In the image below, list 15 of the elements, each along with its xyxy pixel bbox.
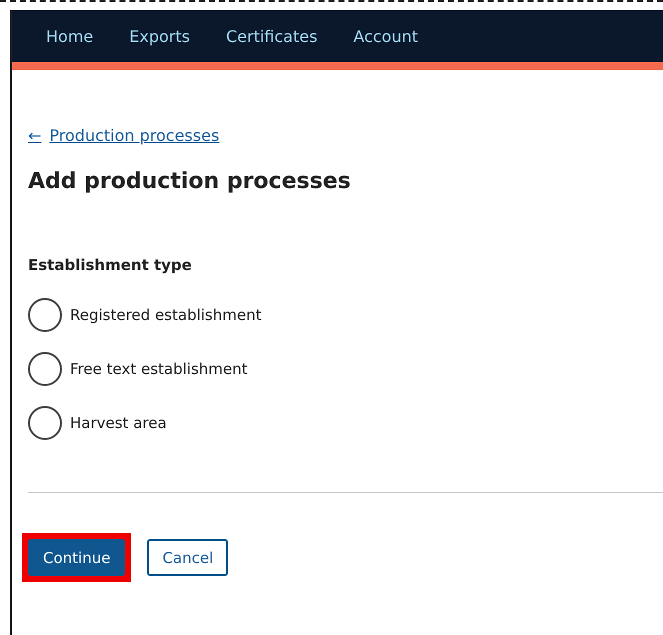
radio-button[interactable] xyxy=(28,352,62,386)
nav-link[interactable]: Exports xyxy=(129,26,190,46)
radio-label: Harvest area xyxy=(70,414,167,432)
radio-label: Registered establishment xyxy=(70,306,262,324)
radio-button[interactable] xyxy=(28,298,62,332)
nav-link[interactable]: Home xyxy=(46,26,94,46)
radio-button[interactable] xyxy=(28,406,62,440)
nav-link[interactable]: Certificates xyxy=(226,26,318,46)
back-link[interactable]: ← Production processes xyxy=(28,126,663,145)
cancel-button[interactable]: Cancel xyxy=(147,539,228,576)
page-heading: Add production processes xyxy=(28,169,352,194)
continue-button[interactable]: Continue xyxy=(28,539,126,576)
nav-link[interactable]: Account xyxy=(353,26,418,46)
radio-label: Free text establishment xyxy=(70,360,248,378)
fieldset-legend: Establishment type xyxy=(28,256,663,274)
